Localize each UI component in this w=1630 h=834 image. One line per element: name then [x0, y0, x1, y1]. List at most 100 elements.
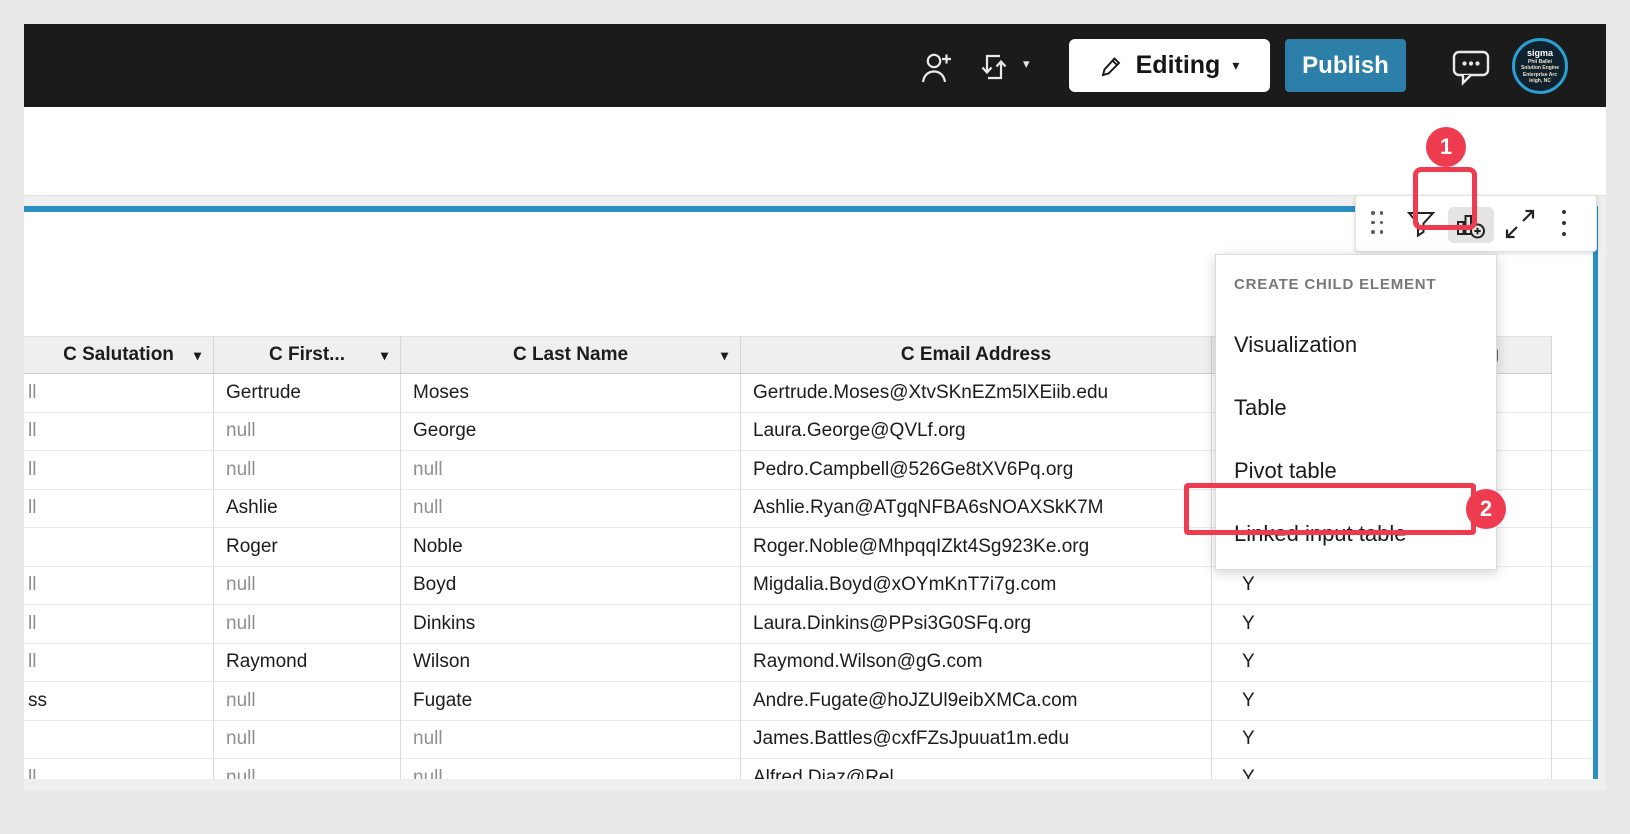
table-cell[interactable]	[1552, 721, 1592, 760]
table-cell[interactable]: Alfred.Diaz@Rel	[741, 759, 1212, 779]
table-cell[interactable]: ss	[24, 682, 214, 721]
table-cell[interactable]: null	[214, 682, 401, 721]
table-cell[interactable]: null	[214, 451, 401, 490]
table-row: llRaymondWilsonRaymond.Wilson@gG.comY	[24, 644, 1593, 683]
table-row: ssnullFugateAndre.Fugate@hoJZUl9eibXMCa.…	[24, 682, 1593, 721]
table-cell[interactable]: null	[214, 759, 401, 779]
table-cell[interactable]	[1552, 605, 1592, 644]
table-cell[interactable]: Pedro.Campbell@526Ge8tXV6Pq.org	[741, 451, 1212, 490]
table-cell[interactable]: null	[214, 413, 401, 452]
publish-button[interactable]: Publish	[1285, 39, 1406, 92]
menu-header: CREATE CHILD ELEMENT	[1216, 255, 1496, 313]
table-cell[interactable]: Laura.George@QVLf.org	[741, 413, 1212, 452]
column-header[interactable]: C First...▾	[214, 336, 401, 374]
table-cell[interactable]: Noble	[401, 528, 741, 567]
column-sort-caret-icon[interactable]: ▾	[721, 347, 728, 364]
table-cell[interactable]	[1552, 413, 1592, 452]
editing-mode-button[interactable]: Editing ▾	[1069, 39, 1270, 92]
table-cell[interactable]: Ashlie.Ryan@ATgqNFBA6sNOAXSkK7M	[741, 490, 1212, 529]
table-cell[interactable]: Raymond.Wilson@gG.com	[741, 644, 1212, 683]
table-cell[interactable]	[1552, 682, 1592, 721]
table-cell[interactable]: Laura.Dinkins@PPsi3G0SFq.org	[741, 605, 1212, 644]
more-options-icon[interactable]	[1562, 210, 1566, 236]
step-1-highlight-box	[1413, 167, 1477, 230]
table-cell[interactable]	[24, 528, 214, 567]
column-header[interactable]	[1552, 336, 1592, 374]
table-cell[interactable]: Migdalia.Boyd@xOYmKnT7i7g.com	[741, 567, 1212, 606]
table-cell[interactable]	[24, 721, 214, 760]
step-1-badge: 1	[1426, 127, 1466, 167]
table-cell[interactable]: Dinkins	[401, 605, 741, 644]
table-cell[interactable]: Andre.Fugate@hoJZUl9eibXMCa.com	[741, 682, 1212, 721]
column-sort-caret-icon[interactable]: ▾	[194, 347, 201, 364]
table-cell[interactable]: null	[214, 567, 401, 606]
sync-version-icon[interactable]	[976, 49, 1012, 85]
invite-user-icon[interactable]	[917, 48, 955, 86]
table-cell[interactable]	[1552, 451, 1592, 490]
table-cell[interactable]	[1552, 567, 1592, 606]
table-cell[interactable]: ll	[24, 605, 214, 644]
table-row: llnullnullAlfred.Diaz@RelY	[24, 759, 1593, 779]
table-cell[interactable]: Raymond	[214, 644, 401, 683]
column-header[interactable]: C Email Address	[741, 336, 1212, 374]
table-cell[interactable]: null	[401, 759, 741, 779]
avatar-line: leigh, NC	[1529, 78, 1551, 85]
table-row: nullnullJames.Battles@cxfFZsJpuuat1m.edu…	[24, 721, 1593, 760]
pencil-icon	[1100, 54, 1124, 78]
column-header[interactable]: C Salutation ▾	[24, 336, 214, 374]
editing-label: Editing	[1136, 51, 1221, 80]
table-cell[interactable]: null	[401, 721, 741, 760]
step-2-highlight-box	[1184, 483, 1476, 535]
table-cell[interactable]: ll	[24, 451, 214, 490]
table-cell[interactable]: null	[401, 490, 741, 529]
table-cell[interactable]: null	[214, 721, 401, 760]
user-avatar[interactable]: sigma Phil Ballei Solution Engine Enterp…	[1512, 38, 1568, 94]
table-cell[interactable]: Y	[1212, 759, 1552, 779]
table-cell[interactable]: Fugate	[401, 682, 741, 721]
column-header-label: C Email Address	[901, 344, 1051, 366]
table-cell[interactable]: Gertrude	[214, 374, 401, 413]
table-cell[interactable]: Y	[1212, 605, 1552, 644]
sync-dropdown-caret[interactable]: ▾	[1023, 56, 1030, 72]
table-cell[interactable]: Gertrude.Moses@XtvSKnEZm5lXEiib.edu	[741, 374, 1212, 413]
column-sort-caret-icon[interactable]: ▾	[381, 347, 388, 364]
table-row: llnullDinkinsLaura.Dinkins@PPsi3G0SFq.or…	[24, 605, 1593, 644]
avatar-brand-text: sigma	[1527, 48, 1553, 59]
table-cell[interactable]: ll	[24, 413, 214, 452]
table-cell[interactable]: Wilson	[401, 644, 741, 683]
table-cell[interactable]: Y	[1212, 567, 1552, 606]
app-window: ▾ Editing ▾ Publish sigm	[24, 24, 1606, 790]
table-cell[interactable]: Roger.Noble@MhpqqIZkt4Sg923Ke.org	[741, 528, 1212, 567]
table-cell[interactable]: Roger	[214, 528, 401, 567]
table-cell[interactable]	[1552, 759, 1592, 779]
table-cell[interactable]: Boyd	[401, 567, 741, 606]
table-cell[interactable]: Moses	[401, 374, 741, 413]
comments-icon[interactable]	[1448, 45, 1494, 89]
drag-handle-icon[interactable]	[1371, 211, 1384, 236]
top-bar: ▾ Editing ▾ Publish sigm	[24, 24, 1606, 107]
table-row: llnullBoydMigdalia.Boyd@xOYmKnT7i7g.comY	[24, 567, 1593, 606]
column-header-label: C Salutation	[63, 344, 174, 366]
table-cell[interactable]	[1552, 374, 1592, 413]
table-cell[interactable]: Y	[1212, 721, 1552, 760]
table-cell[interactable]: Y	[1212, 682, 1552, 721]
menu-item-table[interactable]: Table	[1216, 376, 1496, 439]
table-cell[interactable]: ll	[24, 644, 214, 683]
table-cell[interactable]: null	[401, 451, 741, 490]
table-cell[interactable]	[1552, 490, 1592, 529]
table-cell[interactable]: ll	[24, 490, 214, 529]
table-cell[interactable]: George	[401, 413, 741, 452]
table-cell[interactable]: James.Battles@cxfFZsJpuuat1m.edu	[741, 721, 1212, 760]
column-header[interactable]: C Last Name▾	[401, 336, 741, 374]
maximize-icon[interactable]	[1504, 208, 1536, 240]
table-cell[interactable]	[1552, 528, 1592, 567]
table-cell[interactable]: ll	[24, 759, 214, 779]
editing-caret-icon: ▾	[1232, 57, 1239, 74]
table-cell[interactable]: ll	[24, 567, 214, 606]
table-cell[interactable]: ll	[24, 374, 214, 413]
table-cell[interactable]	[1552, 644, 1592, 683]
table-cell[interactable]: Y	[1212, 644, 1552, 683]
menu-item-visualization[interactable]: Visualization	[1216, 313, 1496, 376]
table-cell[interactable]: Ashlie	[214, 490, 401, 529]
table-cell[interactable]: null	[214, 605, 401, 644]
